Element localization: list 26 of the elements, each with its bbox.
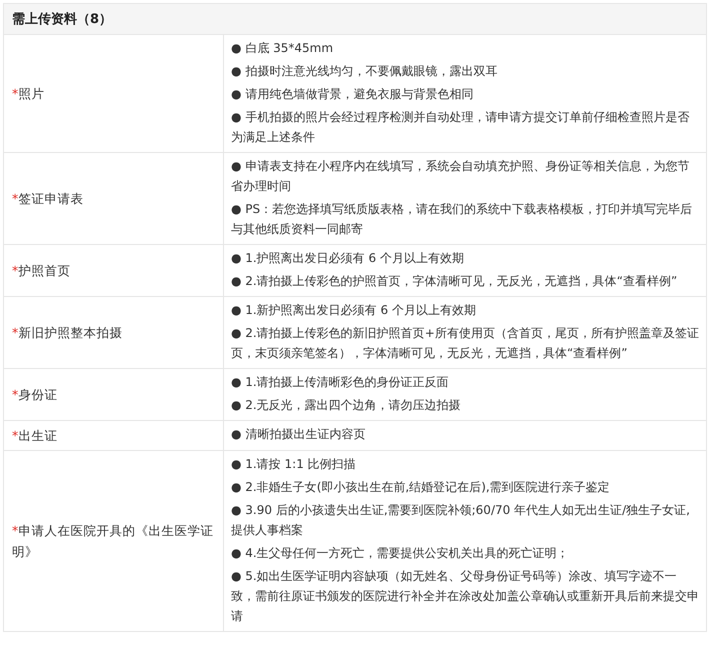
section-title: 需上传资料（8）	[4, 4, 706, 34]
requirement-text: ● 5.如出生医学证明内容缺项（如无姓名、父母身份证号码等）涂改、填写字迹不一致，需前往原证书颁发的医院进行补全并在涂改处加盖公章确认或重新开具后前来提交申请	[231, 568, 700, 625]
requirement-text: ● 拍摄时注意光线均匀，不要佩戴眼镜，露出双耳	[231, 63, 498, 80]
requirement-text: ● 1.请拍摄上传清晰彩色的身份证正反面	[231, 374, 450, 391]
document-label: *签证申请表	[4, 152, 224, 244]
requirement-text: ● 1.新护照离出发日必须有 6 个月以上有效期	[231, 302, 477, 319]
document-label: *护照首页	[4, 244, 224, 296]
requirement-text: ● 1.请按 1:1 比例扫描	[231, 456, 357, 473]
requirement-text: ● 2.无反光，露出四个边角，请勿压边拍摄	[231, 397, 462, 414]
document-label: *新旧护照整本拍摄	[4, 296, 224, 368]
requirement-text: ● 4.生父母任何一方死亡，需要提供公安机关出具的死亡证明；	[231, 545, 570, 562]
requirement-text: ● 3.90 后的小孩遗失出生证,需要到医院补领;60/70 年代生人如无出生证/独生子女证,提供人事档案	[231, 502, 691, 539]
requirement-text: ● 1.护照离出发日必须有 6 个月以上有效期	[231, 250, 465, 267]
document-label: *出生证	[4, 420, 224, 450]
requirement-text: ● 2.非婚生子女(即小孩出生在前,结婚登记在后),需到医院进行亲子鉴定	[231, 479, 611, 496]
document-label: *身份证	[4, 368, 224, 420]
requirement-text: ● 请用纯色墙做背景，避免衣服与背景色相同	[231, 86, 474, 103]
requirement-text: ● 申请表支持在小程序内在线填写，系统会自动填充护照、身份证等相关信息，为您节省办理时间	[231, 158, 690, 195]
requirement-text: ● 2.请拍摄上传彩色的护照首页，字体清晰可见，无反光，无遮挡，具体“查看样例”	[231, 273, 678, 290]
document-label: *申请人在医院开具的《出生医学证明》	[4, 450, 224, 632]
requirement-text: ● 白底 35*45mm	[231, 40, 334, 57]
requirement-text: ● 清晰拍摄出生证内容页	[231, 426, 366, 443]
requirement-text: ● 2.请拍摄上传彩色的新旧护照首页+所有使用页（含首页，尾页，所有护照盖章及签证页，末页须亲笔签名），字体清晰可见，无反光，无遮挡，具体“查看样例”	[231, 325, 700, 362]
requirement-text: ● 手机拍摄的照片会经过程序检测并自动处理，请申请方提交订单前仔细检查照片是否为满足上述条件	[231, 109, 690, 146]
document-label: *照片	[4, 34, 224, 152]
requirement-text: ● PS：若您选择填写纸质版表格，请在我们的系统中下载表格模板，打印并填写完毕后与其他纸质资料一同邮寄	[231, 201, 694, 238]
